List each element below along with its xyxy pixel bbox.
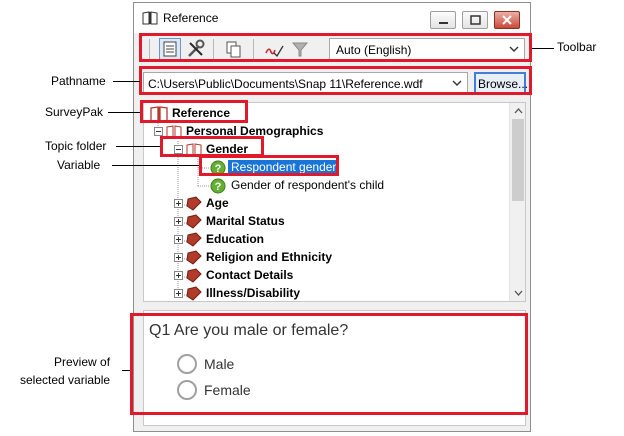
pathname-leader-line (113, 81, 140, 82)
window-title: Reference (163, 11, 219, 25)
variable-annotation: Variable (57, 158, 101, 172)
closed-book-icon (186, 214, 202, 229)
expand-icon (174, 253, 183, 262)
surveypak-leader-line (108, 112, 140, 113)
minimize-icon (439, 22, 448, 24)
tree-folder-label: Age (206, 196, 229, 210)
tree-folder-contact-details[interactable]: Contact Details (172, 268, 372, 284)
title-bar[interactable]: Reference (134, 3, 530, 33)
tree-folder-education[interactable]: Education (172, 232, 372, 248)
closed-book-icon (186, 268, 202, 283)
maximize-button[interactable] (462, 11, 488, 29)
topic-folder-leader-line (116, 146, 160, 147)
tree-folder-label: Education (206, 232, 265, 246)
reference-tree[interactable]: Reference Personal Demographics Gender ?… (143, 102, 526, 302)
closed-book-icon (186, 286, 202, 301)
preview-leader-line (122, 370, 130, 371)
toolbar-highlight (139, 33, 532, 62)
maximize-icon (470, 15, 481, 25)
topic-folder-highlight (160, 136, 264, 157)
expand-icon (174, 289, 183, 298)
closed-book-icon (186, 250, 202, 265)
expand-icon (174, 217, 183, 226)
chevron-down-icon[interactable] (514, 290, 523, 296)
tree-folder-label: Illness/Disability (206, 286, 301, 300)
tree-variable-child-gender[interactable]: ? Gender of respondent's child (210, 178, 410, 194)
expand-icon (174, 271, 183, 280)
surveypak-annotation: SurveyPak (45, 105, 104, 119)
tree-folder-label: Religion and Ethnicity (206, 250, 333, 264)
screenshot-stage: Reference Auto (English) C:\Users\Public… (0, 0, 624, 436)
reference-book-icon (142, 11, 158, 25)
expand-icon (174, 199, 183, 208)
chevron-up-icon[interactable] (514, 108, 523, 114)
variable-highlight (199, 155, 339, 176)
tree-folder-label: Marital Status (206, 214, 285, 228)
preview-highlight (130, 313, 528, 415)
pathname-highlight (139, 66, 532, 95)
close-icon (502, 15, 512, 25)
closed-book-icon (186, 232, 202, 247)
preview-annotation-line1: Preview of (54, 355, 111, 369)
minimize-button[interactable] (430, 11, 456, 29)
svg-text:?: ? (215, 181, 222, 193)
closed-book-icon (186, 196, 202, 211)
pathname-annotation: Pathname (51, 74, 106, 88)
expand-icon (174, 235, 183, 244)
tree-variable-label: Gender of respondent's child (231, 178, 385, 192)
close-button[interactable] (494, 11, 520, 29)
tree-folder-marital-status[interactable]: Marital Status (172, 214, 372, 230)
tree-folder-illness-disability[interactable]: Illness/Disability (172, 286, 372, 301)
toolbar-annotation: Toolbar (557, 40, 597, 54)
question-variable-icon: ? (210, 178, 226, 194)
tree-folder-label: Contact Details (206, 268, 294, 282)
tree-scrollbar[interactable] (509, 103, 525, 301)
tree-folder-religion-ethnicity[interactable]: Religion and Ethnicity (172, 250, 372, 266)
topic-folder-annotation: Topic folder (45, 139, 107, 153)
tree-folder-age[interactable]: Age (172, 196, 372, 212)
surveypak-highlight (140, 100, 248, 123)
preview-annotation-line2: selected variable (20, 373, 111, 387)
variable-leader-line (112, 165, 199, 166)
scrollbar-thumb[interactable] (512, 119, 524, 201)
toolbar-leader-line (532, 48, 554, 49)
